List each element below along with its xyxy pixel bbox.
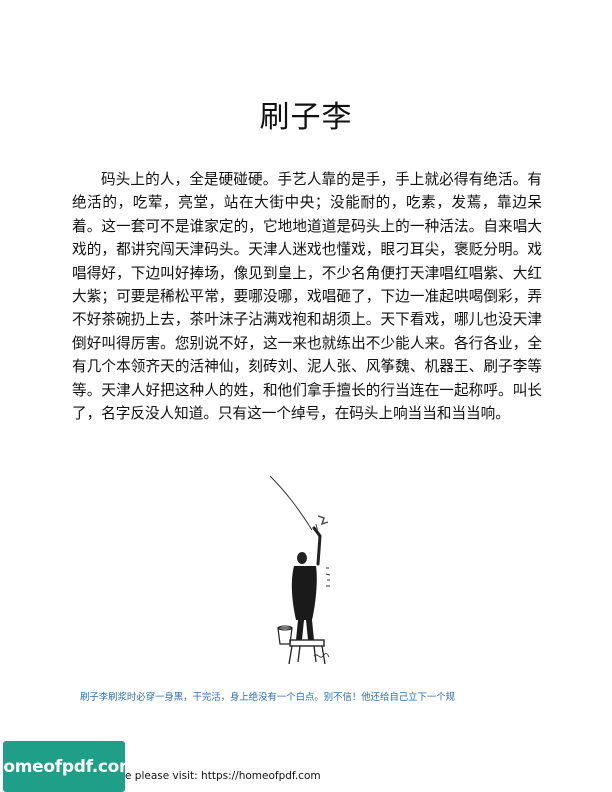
illustration-caption: 刷子李刷浆时必穿一身黑，干完活，身上绝没有一个白点。别不信！他还给自己立下一个规 (80, 692, 456, 703)
body-paragraph: 码头上的人，全是硬碰硬。手艺人靠的是手，手上就必得有绝活。有绝活的，吃荤，亮堂，… (72, 171, 542, 423)
brush-painter-illustration (269, 475, 331, 665)
footer-link-text[interactable]: e please visit: https://homeofpdf.com (125, 770, 321, 782)
site-logo-label: homeofpdf.com (0, 756, 137, 777)
page-title: 刷子李 (259, 100, 353, 135)
site-logo-badge[interactable]: homeofpdf.com (0, 741, 137, 792)
